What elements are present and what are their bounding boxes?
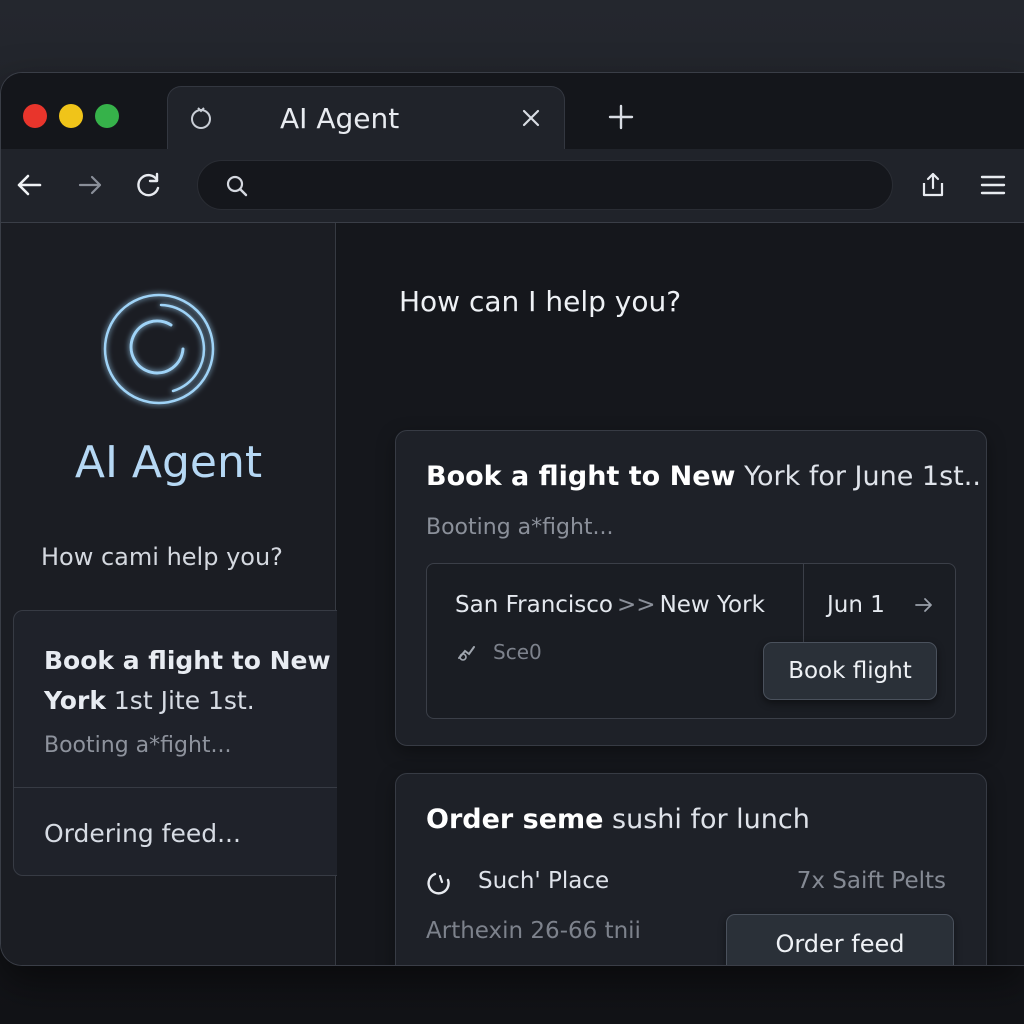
flight-destination: New York [659, 592, 765, 618]
divider [14, 787, 354, 788]
tab-favicon-icon [191, 107, 211, 129]
address-bar[interactable] [197, 160, 893, 210]
browser-window: AI Agent AI Agent How cami help you? Boo… [0, 72, 1024, 966]
flight-option[interactable]: San Francisco >> New York Jun 1 Sce0 Book … [426, 563, 956, 719]
new-tab-plus-icon[interactable] [607, 103, 635, 131]
order-food-button[interactable]: Order feed [726, 914, 954, 965]
divider [803, 564, 804, 642]
restaurant-name: Such' Place [478, 868, 610, 894]
flight-route: San Francisco >> New York [455, 592, 765, 618]
sidebar-task-title: Book a flight to New York 1st Jite 1st. [44, 641, 334, 721]
flight-task-status: Booting a*fight... [426, 515, 614, 540]
agent-sidebar: AI Agent How cami help you? Book a fligh… [1, 223, 354, 965]
forward-arrow-icon[interactable] [77, 171, 105, 199]
title-bar: AI Agent [1, 73, 1024, 150]
flight-meta: Sce0 [493, 640, 542, 664]
sidebar-prompt: How cami help you? [41, 543, 283, 571]
agent-logo-icon [103, 293, 215, 405]
sushi-task-title-bold: Order seme [426, 804, 604, 835]
arrow-right-icon[interactable] [913, 594, 935, 616]
sushi-task-title-rest: sushi for lunch [603, 804, 810, 835]
tab-close-icon[interactable] [518, 105, 544, 131]
main-prompt: How can I help you? [399, 285, 682, 318]
sidebar-task-title-rest: 1st Jite 1st. [105, 686, 255, 715]
flight-task-title: Book a flight to New York for June 1st.. [426, 461, 981, 492]
sidebar-task-card[interactable]: Book a flight to New York 1st Jite 1st. … [13, 610, 354, 876]
flight-task-card: Book a flight to New York for June 1st..… [395, 430, 987, 746]
flight-origin: San Francisco [455, 592, 614, 618]
flight-task-title-rest: York for June 1st.. [735, 461, 981, 492]
search-icon [226, 175, 248, 197]
main-panel: How can I help you? Book a flight to New… [337, 223, 1024, 965]
sidebar-order-status[interactable]: Ordering feed... [44, 819, 241, 848]
address-input[interactable] [260, 169, 864, 203]
maximize-window-button[interactable] [95, 104, 119, 128]
sidebar-task-status: Booting a*fight... [44, 733, 232, 758]
sushi-task-title: Order seme sushi for lunch [426, 804, 810, 835]
agent-title: AI Agent [74, 437, 263, 488]
share-icon[interactable] [919, 171, 947, 199]
minimize-window-button[interactable] [59, 104, 83, 128]
close-window-button[interactable] [23, 104, 47, 128]
browser-toolbar [1, 149, 1024, 223]
flight-task-title-bold: Book a flight to New [426, 461, 736, 492]
flight-date: Jun 1 [827, 592, 885, 618]
restaurant-address: Arthexin 26-66 tnii [426, 918, 641, 944]
reload-icon[interactable] [134, 171, 162, 199]
order-items: 7x Saift Pelts [796, 868, 946, 894]
restaurant-icon [427, 872, 450, 895]
book-flight-button[interactable]: Book flight [763, 642, 937, 700]
sushi-task-card: Order seme sushi for lunch Such' Place 7… [395, 773, 987, 965]
browser-tab[interactable]: AI Agent [167, 86, 565, 150]
airline-logo-icon [458, 646, 475, 661]
back-arrow-icon[interactable] [15, 171, 43, 199]
route-separator: >> [617, 592, 656, 618]
menu-hamburger-icon[interactable] [979, 171, 1007, 199]
tab-title: AI Agent [280, 102, 400, 135]
